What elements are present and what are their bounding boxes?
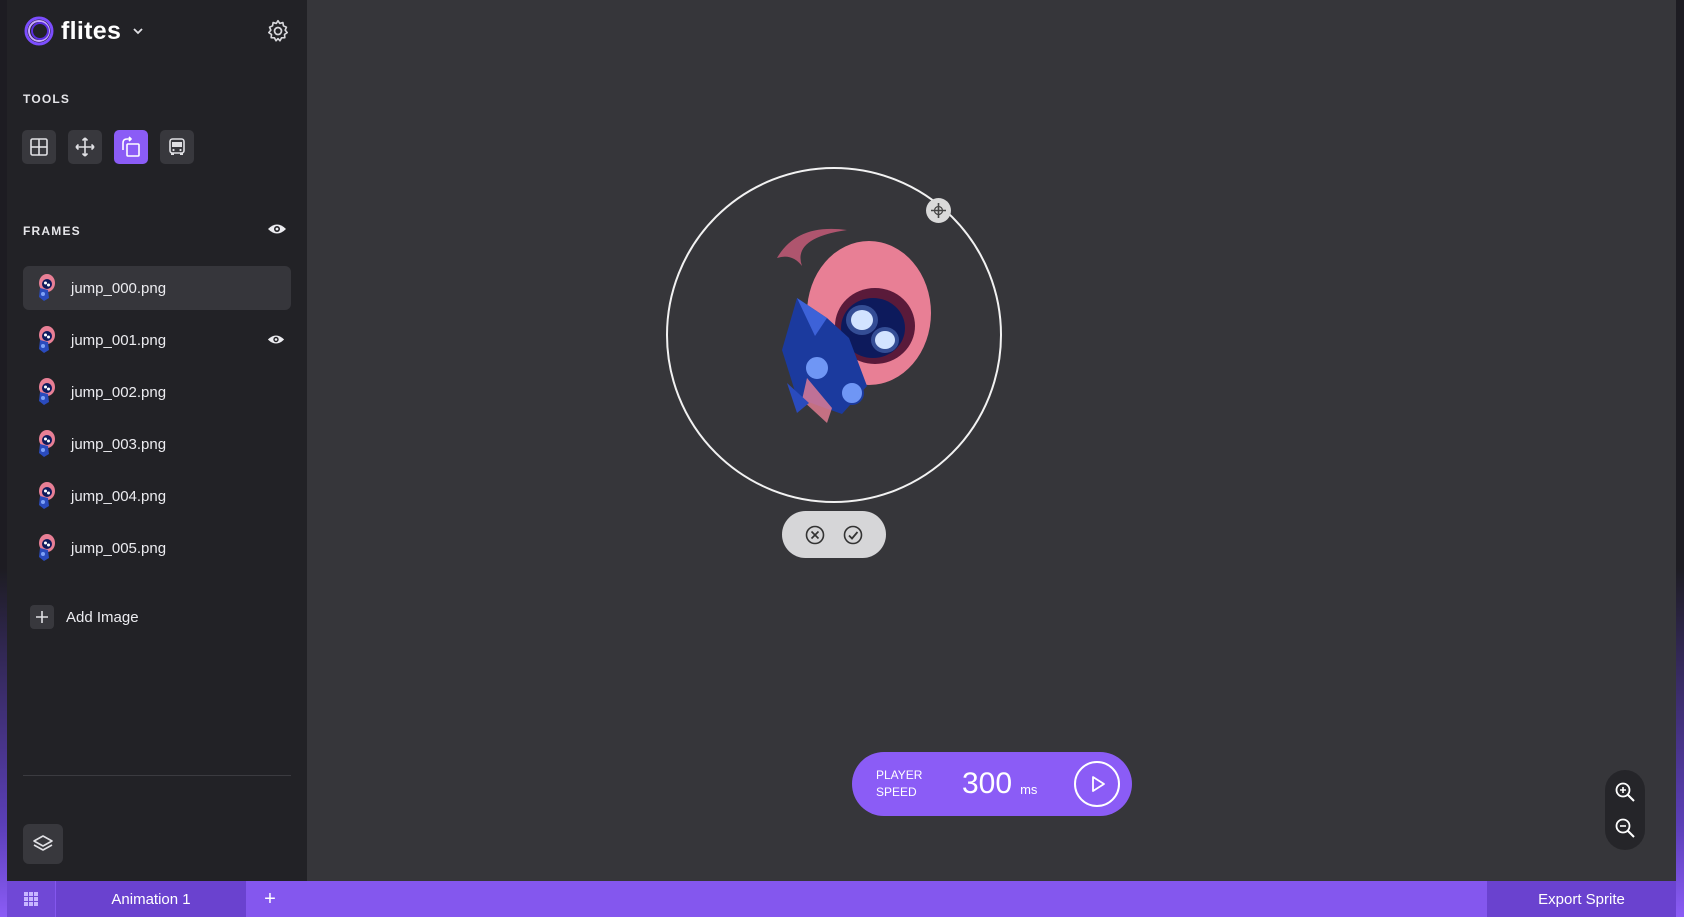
frame-thumbnail (39, 534, 55, 561)
frame-item[interactable]: jump_003.png (23, 422, 291, 466)
plus-icon (30, 605, 54, 629)
frame-name: jump_000.png (71, 279, 167, 297)
animations-grid-button[interactable] (7, 881, 55, 917)
app-name: flites (61, 16, 122, 45)
eye-icon[interactable] (267, 221, 287, 237)
play-button[interactable] (1074, 761, 1120, 807)
player-speed-value[interactable]: 300 (962, 767, 1012, 801)
player-speed-control: PLAYER SPEED 300 ms (852, 752, 1132, 816)
rotate-icon (122, 136, 140, 157)
grid-icon (30, 138, 48, 156)
chevron-down-icon (133, 28, 143, 35)
frame-name: jump_001.png (71, 331, 167, 349)
layers-button[interactable] (23, 824, 63, 864)
move-icon (75, 137, 95, 157)
frame-name: jump_003.png (71, 435, 167, 453)
confirm-bar (782, 511, 886, 558)
canvas-area[interactable]: PLAYER SPEED 300 ms (307, 0, 1676, 881)
frame-item[interactable]: jump_001.png (23, 318, 291, 362)
tool-rotate-button[interactable] (114, 130, 148, 164)
add-animation-button[interactable]: + (246, 881, 294, 917)
play-icon (1092, 776, 1105, 792)
frame-item[interactable]: jump_002.png (23, 370, 291, 414)
frame-item[interactable]: jump_000.png (23, 266, 291, 310)
confirm-icon[interactable] (842, 524, 864, 546)
player-speed-label: PLAYER SPEED (876, 767, 940, 801)
zoom-out-icon[interactable] (1613, 816, 1637, 840)
frame-list: jump_000.png jump_001.png jump_002.pngjump… (23, 266, 291, 578)
frame-thumbnail (39, 378, 55, 405)
frame-item[interactable]: jump_004.png (23, 474, 291, 518)
tab-animation-1[interactable]: Animation 1 (56, 881, 246, 917)
add-image-button[interactable]: Add Image (30, 605, 139, 629)
player-label-line2: SPEED (876, 785, 917, 799)
sidebar: flites TOOLS FRAMES jump_000.png jump_001… (7, 0, 307, 881)
player-speed-unit: ms (1020, 781, 1038, 797)
tools-label: TOOLS (23, 92, 71, 106)
frame-name: jump_004.png (71, 487, 167, 505)
frame-name: jump_002.png (71, 383, 167, 401)
layers-icon (33, 835, 53, 851)
frame-thumbnail (39, 274, 55, 301)
sidebar-divider (23, 775, 291, 776)
add-image-label: Add Image (66, 608, 139, 626)
tool-group (22, 130, 194, 164)
tool-move-button[interactable] (68, 130, 102, 164)
move-icon (931, 203, 946, 218)
bottom-bar: Animation 1 + Export Sprite (7, 881, 1676, 917)
export-sprite-button[interactable]: Export Sprite (1487, 881, 1676, 917)
apps-grid-icon (24, 892, 38, 906)
gear-icon[interactable] (265, 18, 291, 44)
frames-label: FRAMES (23, 224, 81, 238)
zoom-controls (1605, 770, 1645, 850)
tool-grid-button[interactable] (22, 130, 56, 164)
frame-name: jump_005.png (71, 539, 167, 557)
frame-item[interactable]: jump_005.png (23, 526, 291, 570)
zoom-in-icon[interactable] (1613, 780, 1637, 804)
app-brand[interactable]: flites (23, 14, 145, 48)
frame-thumbnail (39, 430, 55, 457)
flites-logo-icon (24, 16, 54, 46)
eye-icon[interactable] (267, 332, 285, 347)
bus-icon (169, 138, 185, 155)
player-label-line1: PLAYER (876, 768, 923, 782)
tool-bus-button[interactable] (160, 130, 194, 164)
sprite-image (777, 228, 931, 423)
rotate-handle[interactable] (926, 198, 951, 223)
cancel-icon[interactable] (804, 524, 826, 546)
frame-thumbnail (39, 326, 55, 353)
frame-thumbnail (39, 482, 55, 509)
